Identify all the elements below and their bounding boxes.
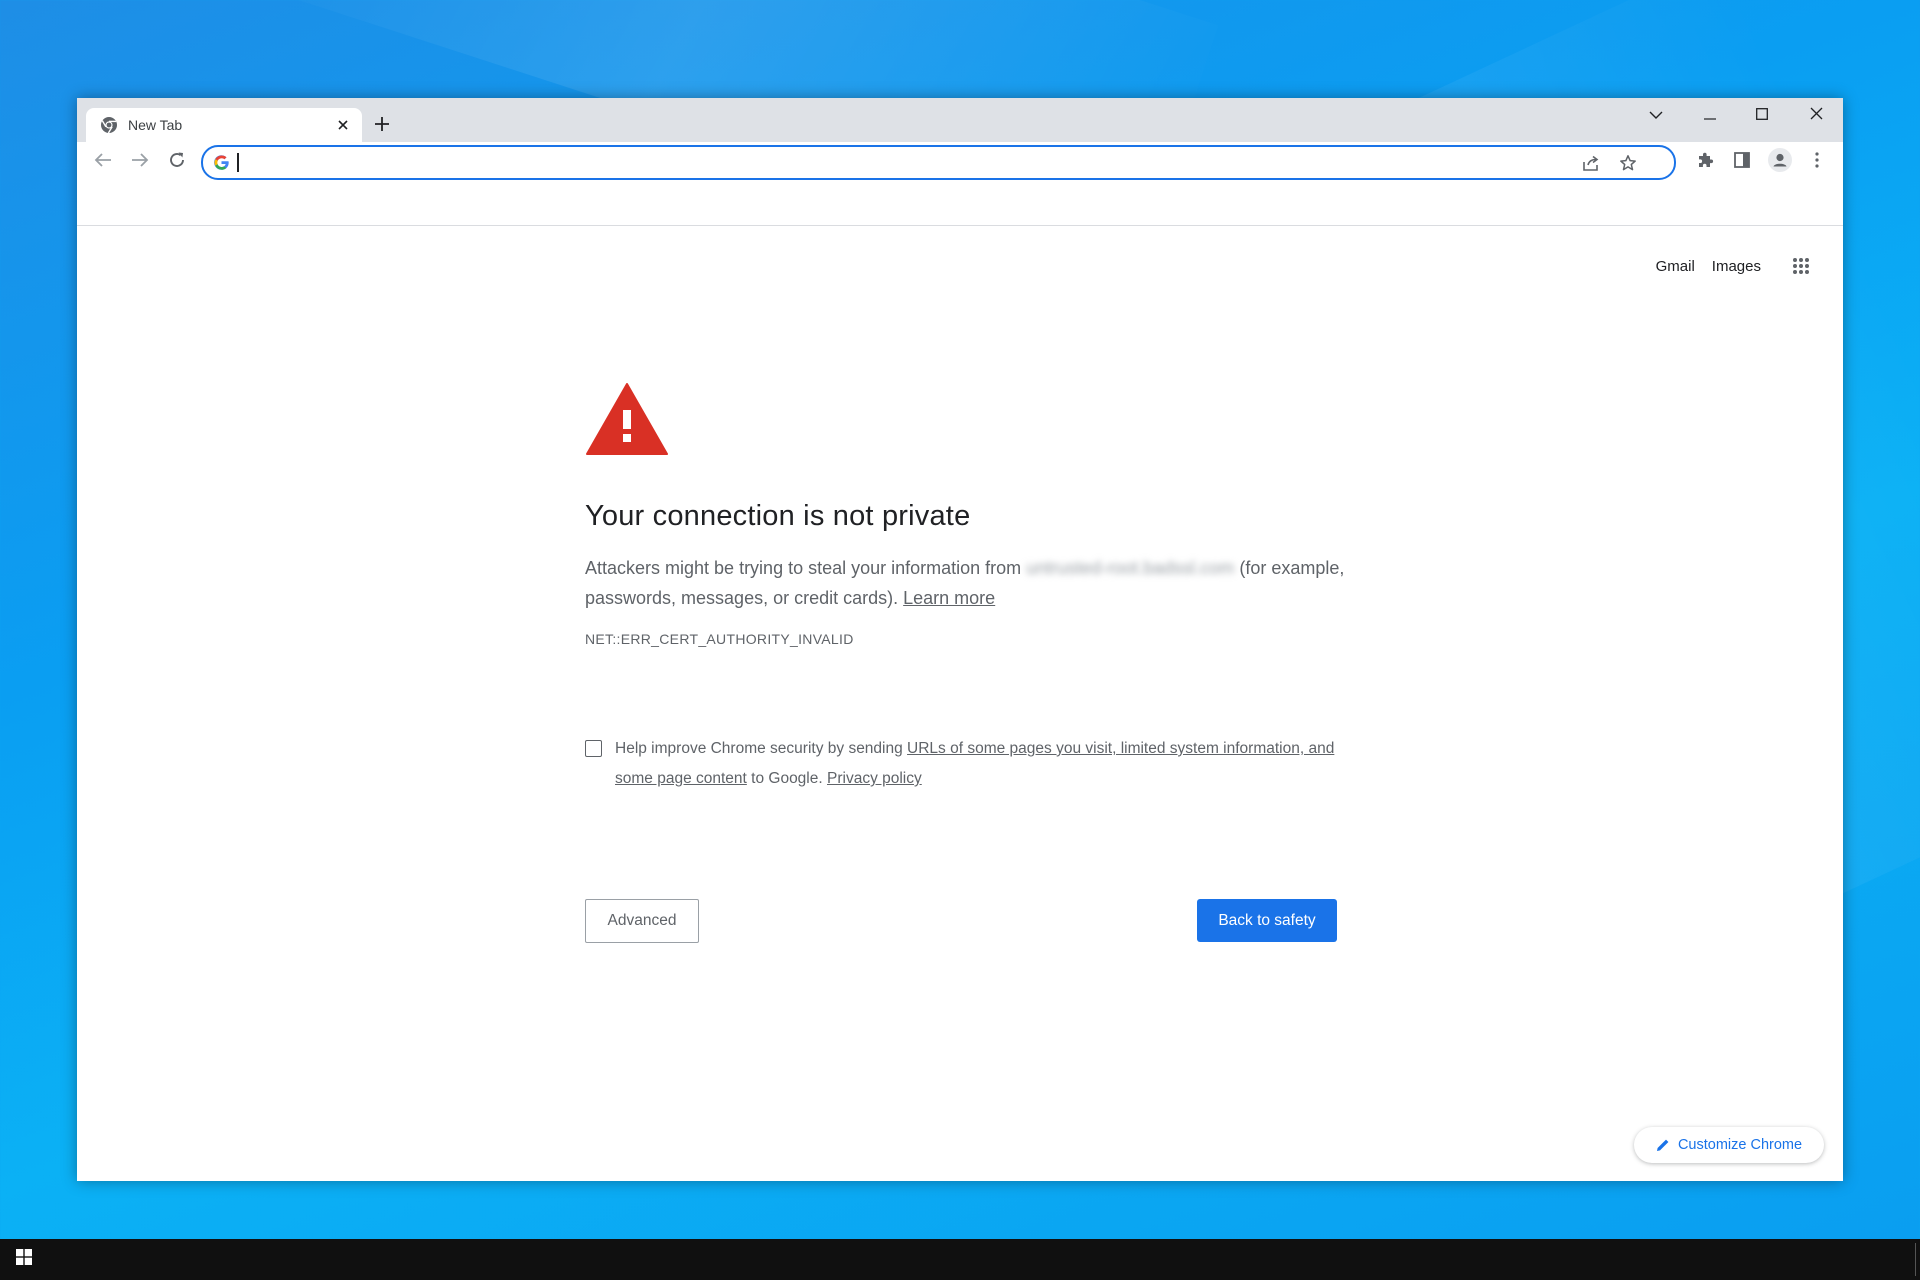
- side-panel-button[interactable]: [1726, 146, 1758, 178]
- back-to-safety-button[interactable]: Back to safety: [1197, 899, 1337, 942]
- plus-icon: [374, 116, 390, 137]
- extensions-icon: [1696, 151, 1714, 174]
- address-bar[interactable]: [201, 145, 1676, 180]
- menu-button[interactable]: [1801, 146, 1833, 178]
- chevron-down-icon: [1649, 107, 1663, 125]
- warning-triangle-icon: [585, 382, 669, 456]
- optin-checkbox[interactable]: [585, 740, 602, 757]
- minimize-button[interactable]: [1683, 98, 1737, 134]
- security-optin: Help improve Chrome security by sending …: [585, 734, 1345, 794]
- tab-title: New Tab: [128, 117, 183, 133]
- forward-button[interactable]: [124, 146, 156, 178]
- images-link[interactable]: Images: [1712, 258, 1761, 275]
- error-description: Attackers might be trying to steal your …: [585, 553, 1345, 613]
- taskbar: [0, 1239, 1920, 1280]
- gmail-link[interactable]: Gmail: [1656, 258, 1695, 275]
- optin-middle: to Google.: [751, 770, 823, 787]
- optin-text: Help improve Chrome security by sending …: [615, 734, 1345, 794]
- text-caret: [237, 153, 239, 172]
- extensions-button[interactable]: [1689, 146, 1721, 178]
- error-code: NET::ERR_CERT_AUTHORITY_INVALID: [585, 631, 854, 647]
- pencil-icon: [1656, 1138, 1670, 1152]
- page-content: Gmail Images Your connection is not priv…: [77, 226, 1843, 1181]
- profile-button[interactable]: [1764, 146, 1796, 178]
- description-prefix: Attackers might be trying to steal your …: [585, 558, 1022, 578]
- privacy-policy-link[interactable]: Privacy policy: [827, 770, 922, 787]
- reload-button[interactable]: [161, 146, 193, 178]
- advanced-button[interactable]: Advanced: [585, 899, 699, 943]
- start-button[interactable]: [0, 1239, 48, 1280]
- customize-chrome-button[interactable]: Customize Chrome: [1634, 1127, 1824, 1163]
- maximize-icon: [1756, 107, 1768, 125]
- address-input[interactable]: [240, 150, 1574, 177]
- back-icon: [94, 152, 112, 173]
- star-icon[interactable]: [1616, 151, 1640, 175]
- toolbar: [77, 142, 1843, 182]
- profile-icon: [1768, 147, 1792, 177]
- new-tab-button[interactable]: [368, 112, 396, 140]
- tab-new-tab[interactable]: New Tab: [86, 108, 362, 142]
- back-button[interactable]: [87, 146, 119, 178]
- blurred-hostname: untrusted-root.badssl.com: [1026, 558, 1235, 578]
- maximize-button[interactable]: [1735, 98, 1789, 134]
- forward-icon: [131, 152, 149, 173]
- customize-label: Customize Chrome: [1677, 1137, 1803, 1153]
- apps-grid-icon[interactable]: [1781, 246, 1821, 286]
- title-bar: New Tab: [77, 98, 1843, 142]
- page-title: Your connection is not private: [585, 500, 971, 532]
- privacy-error-interstitial: Your connection is not private Attackers…: [585, 382, 1345, 943]
- tab-search-button[interactable]: [1629, 98, 1683, 134]
- optin-prefix: Help improve Chrome security by sending: [615, 740, 903, 757]
- ntp-header-links: Gmail Images: [1656, 246, 1821, 286]
- close-icon: [1810, 107, 1823, 125]
- browser-window: New Tab Gmail Images Your connection is …: [77, 98, 1843, 1181]
- close-window-button[interactable]: [1789, 98, 1843, 134]
- show-desktop-edge[interactable]: [1915, 1243, 1916, 1276]
- share-icon[interactable]: [1579, 151, 1603, 175]
- side-panel-icon: [1733, 151, 1751, 174]
- learn-more-link[interactable]: Learn more: [903, 588, 995, 608]
- menu-icon: [1815, 151, 1819, 173]
- tab-close-icon[interactable]: [330, 112, 356, 138]
- google-g-icon: [213, 154, 230, 171]
- minimize-icon: [1704, 107, 1716, 125]
- reload-icon: [168, 151, 186, 174]
- chrome-icon: [100, 116, 118, 134]
- windows-logo-icon: [16, 1249, 32, 1270]
